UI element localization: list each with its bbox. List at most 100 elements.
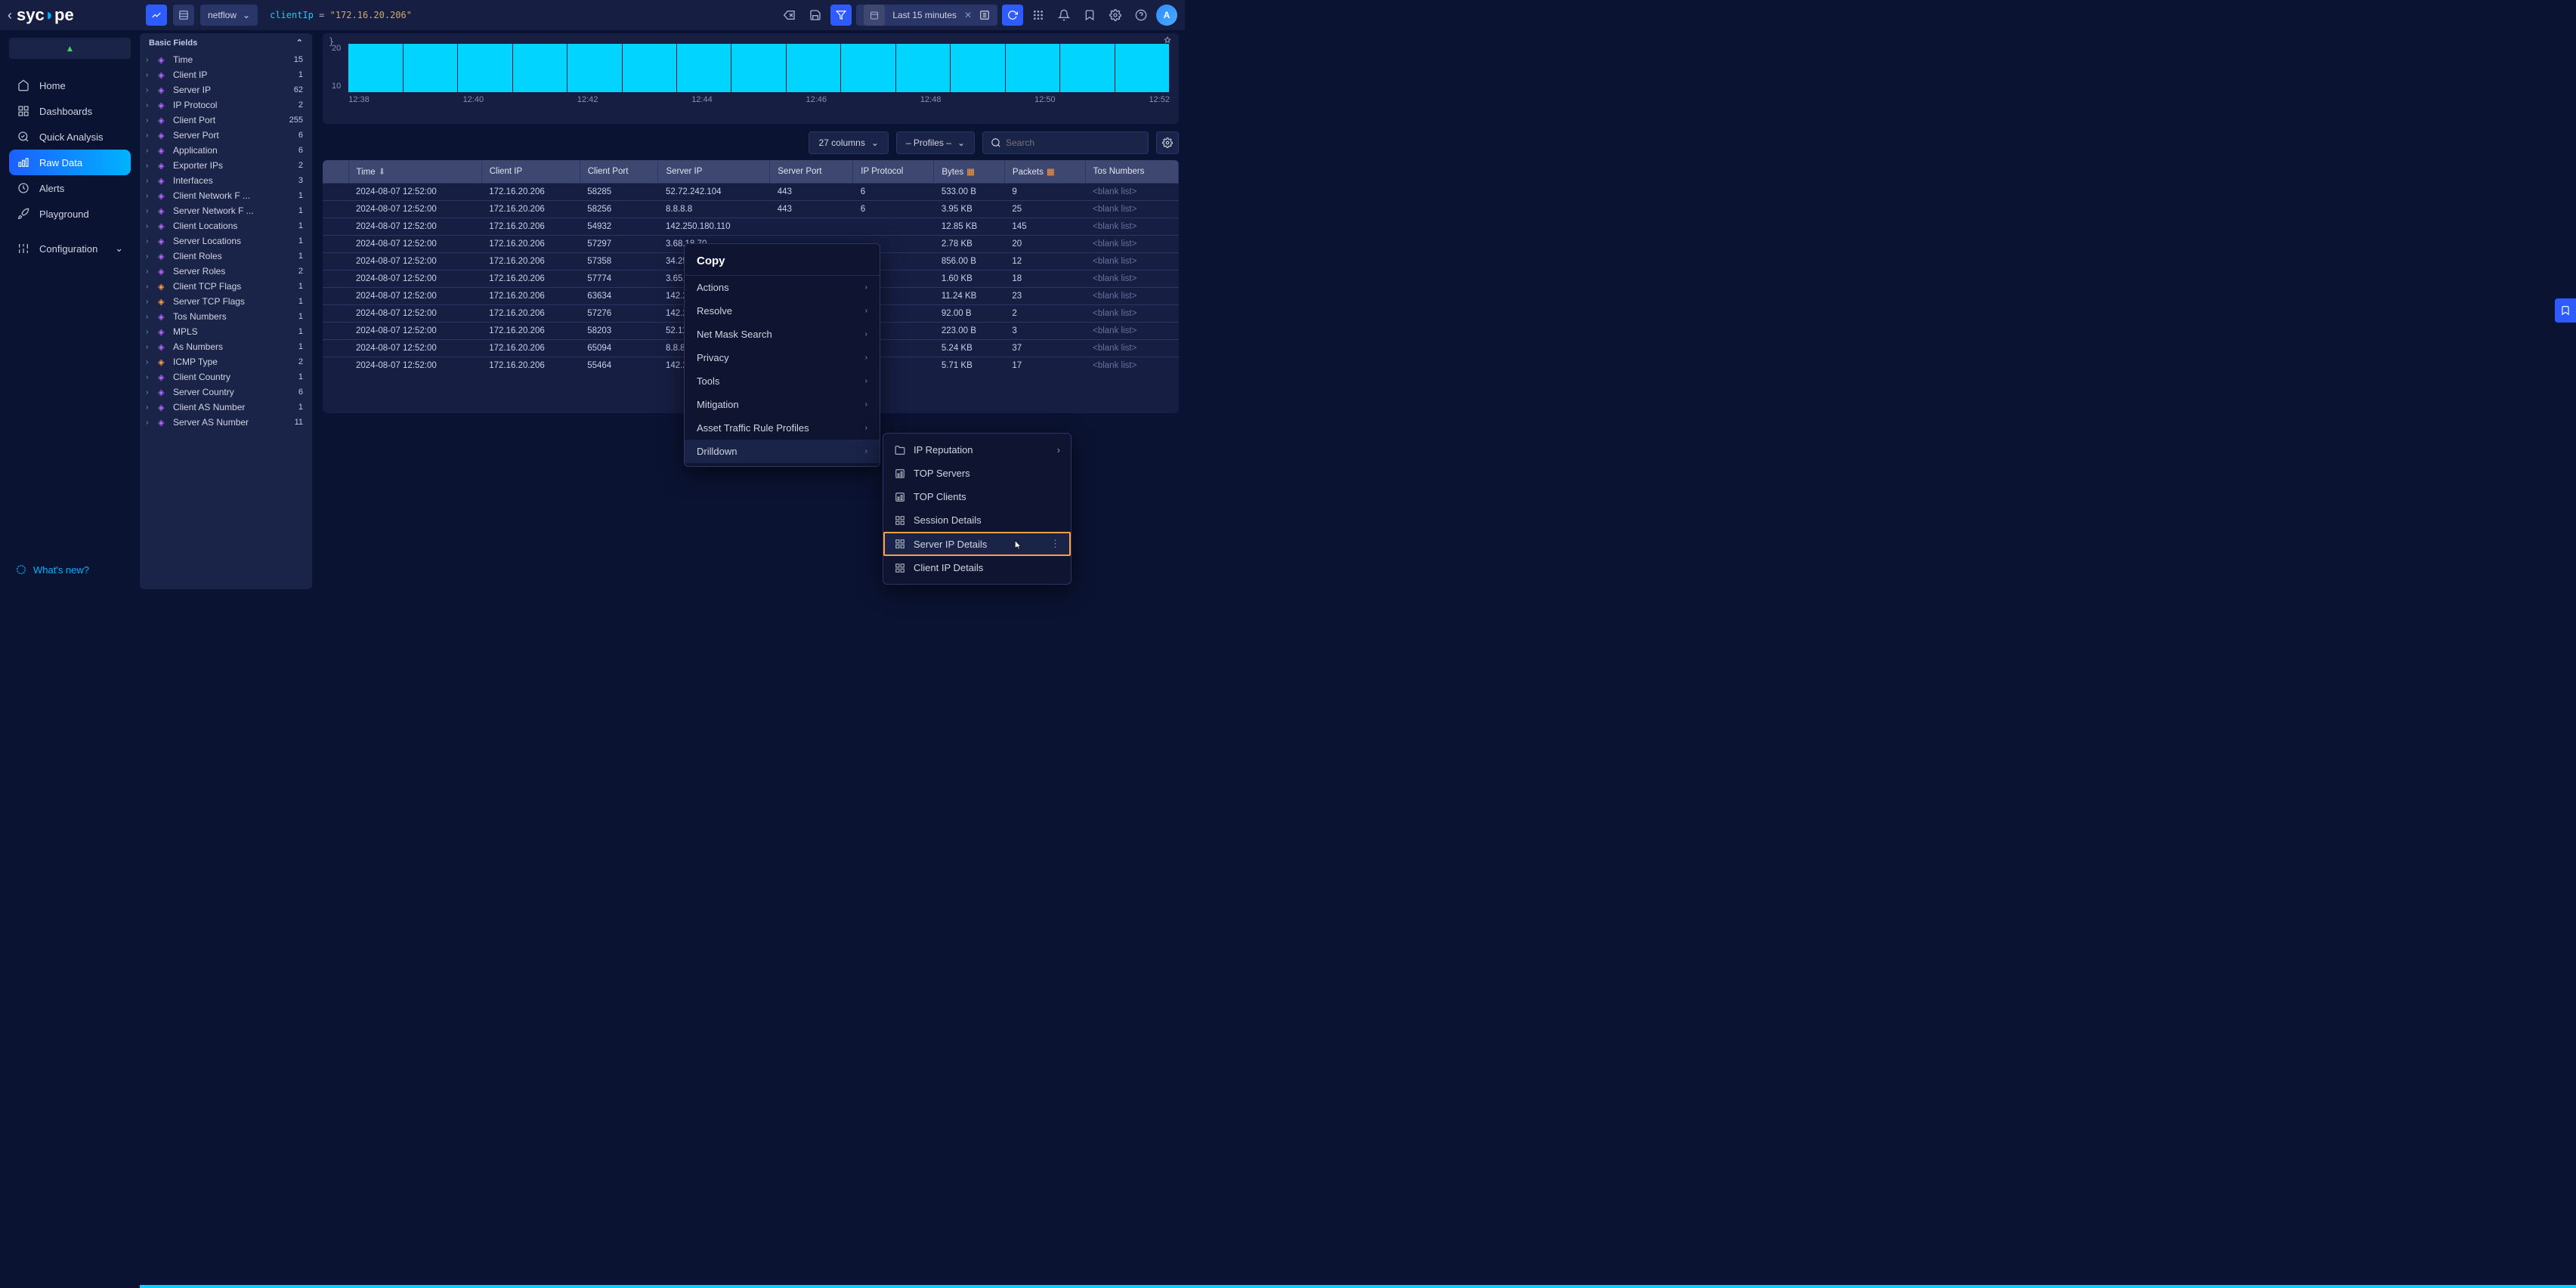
table-cell[interactable]: <blank list>	[1085, 218, 1178, 236]
table-cell[interactable]: 2.78 KB	[934, 236, 1005, 253]
field-row[interactable]: ›◈Tos Numbers1	[140, 309, 312, 324]
table-search[interactable]	[982, 131, 1149, 154]
collapse-icon[interactable]: ⌃	[296, 38, 303, 48]
refresh-button[interactable]	[1002, 5, 1023, 26]
context-menu-item[interactable]: Resolve›	[685, 299, 880, 323]
table-cell[interactable]: 6	[853, 201, 934, 218]
table-cell[interactable]	[323, 270, 348, 288]
chart-bar[interactable]	[677, 44, 731, 92]
table-cell[interactable]: <blank list>	[1085, 305, 1178, 323]
table-cell[interactable]: 2024-08-07 12:52:00	[348, 270, 481, 288]
field-row[interactable]: ›◈Server Network F ...1	[140, 203, 312, 218]
chart-bar[interactable]	[458, 44, 512, 92]
field-row[interactable]: ›◈Client Country1	[140, 369, 312, 385]
table-header[interactable]: Packets▦	[1004, 160, 1085, 184]
context-menu-item[interactable]: Asset Traffic Rule Profiles›	[685, 416, 880, 440]
table-cell[interactable]: <blank list>	[1085, 270, 1178, 288]
nav-item-playground[interactable]: Playground	[9, 201, 131, 227]
table-cell[interactable]: 25	[1004, 201, 1085, 218]
table-header[interactable]: Bytes▦	[934, 160, 1005, 184]
chart-bar[interactable]	[731, 44, 786, 92]
table-cell[interactable]: 223.00 B	[934, 323, 1005, 340]
table-header[interactable]: Server IP	[658, 160, 770, 184]
field-row[interactable]: ›◈Interfaces3	[140, 173, 312, 188]
field-row[interactable]: ›◈Server Country6	[140, 385, 312, 400]
nav-item-home[interactable]: Home	[9, 73, 131, 98]
search-input[interactable]	[1006, 137, 1140, 148]
table-cell[interactable]: 12.85 KB	[934, 218, 1005, 236]
submenu-item[interactable]: Client IP Details	[883, 556, 1071, 579]
table-cell[interactable]	[323, 201, 348, 218]
table-header[interactable]: Tos Numbers	[1085, 160, 1178, 184]
back-icon[interactable]: ‹	[8, 8, 12, 23]
field-row[interactable]: ›◈Server IP62	[140, 82, 312, 97]
table-cell[interactable]: 2024-08-07 12:52:00	[348, 218, 481, 236]
whats-new-link[interactable]: What's new?	[9, 558, 131, 582]
table-cell[interactable]: 2024-08-07 12:52:00	[348, 253, 481, 270]
table-cell[interactable]: 172.16.20.206	[481, 218, 580, 236]
nav-item-raw-data[interactable]: Raw Data	[9, 150, 131, 175]
help-icon[interactable]	[1130, 5, 1152, 26]
chart-bar[interactable]	[404, 44, 458, 92]
table-cell[interactable]: 172.16.20.206	[481, 236, 580, 253]
table-row[interactable]: 2024-08-07 12:52:00172.16.20.206582568.8…	[323, 201, 1179, 218]
table-cell[interactable]: <blank list>	[1085, 236, 1178, 253]
table-cell[interactable]: <blank list>	[1085, 357, 1178, 375]
submenu-item[interactable]: IP Reputation›	[883, 438, 1071, 462]
table-cell[interactable]: 533.00 B	[934, 184, 1005, 201]
submenu-item[interactable]: Server IP Details⋮	[883, 532, 1071, 556]
chart-bar[interactable]	[896, 44, 951, 92]
field-row[interactable]: ›◈Client TCP Flags1	[140, 279, 312, 294]
timerange-picker[interactable]: Last 15 minutes ✕	[856, 5, 997, 26]
field-row[interactable]: ›◈Client Port255	[140, 113, 312, 128]
table-settings-icon[interactable]	[1156, 131, 1179, 154]
table-cell[interactable]: 145	[1004, 218, 1085, 236]
context-menu-item[interactable]: Drilldown›	[685, 440, 880, 463]
chart-bar[interactable]	[623, 44, 677, 92]
field-row[interactable]: ›◈Time15	[140, 52, 312, 67]
apps-icon[interactable]	[1028, 5, 1049, 26]
field-row[interactable]: ›◈As Numbers1	[140, 339, 312, 354]
timerange-list-icon[interactable]	[979, 10, 990, 20]
chart-settings-icon[interactable]	[1162, 36, 1173, 47]
table-header[interactable]: Client Port	[580, 160, 658, 184]
table-cell[interactable]: 23	[1004, 288, 1085, 305]
mode-toggle-button[interactable]	[146, 5, 167, 26]
table-cell[interactable]: 58203	[580, 323, 658, 340]
table-cell[interactable]: 172.16.20.206	[481, 270, 580, 288]
more-icon[interactable]: ⋮	[1050, 538, 1060, 550]
table-cell[interactable]: 3	[1004, 323, 1085, 340]
table-cell[interactable]	[323, 288, 348, 305]
field-row[interactable]: ›◈Server TCP Flags1	[140, 294, 312, 309]
profiles-dropdown[interactable]: – Profiles – ⌄	[896, 131, 975, 154]
table-cell[interactable]: 92.00 B	[934, 305, 1005, 323]
table-cell[interactable]: 5.71 KB	[934, 357, 1005, 375]
chart-bar[interactable]	[348, 44, 403, 92]
table-cell[interactable]: 142.250.180.110	[658, 218, 770, 236]
stream-icon[interactable]	[173, 5, 194, 26]
field-row[interactable]: ›◈Client IP1	[140, 67, 312, 82]
table-cell[interactable]: 856.00 B	[934, 253, 1005, 270]
table-cell[interactable]: <blank list>	[1085, 253, 1178, 270]
table-cell[interactable]	[323, 218, 348, 236]
table-cell[interactable]: 8.8.8.8	[658, 201, 770, 218]
table-cell[interactable]	[323, 357, 348, 375]
table-cell[interactable]	[853, 218, 934, 236]
table-header[interactable]	[323, 160, 348, 184]
bookmark-icon[interactable]	[1079, 5, 1100, 26]
table-cell[interactable]: 18	[1004, 270, 1085, 288]
nav-configuration[interactable]: Configuration ⌄	[9, 236, 131, 261]
table-cell[interactable]: 172.16.20.206	[481, 201, 580, 218]
table-cell[interactable]	[323, 305, 348, 323]
submenu-item[interactable]: Session Details	[883, 508, 1071, 532]
table-cell[interactable]: 57358	[580, 253, 658, 270]
nav-item-alerts[interactable]: Alerts	[9, 175, 131, 201]
table-cell[interactable]: 63634	[580, 288, 658, 305]
table-cell[interactable]: 2024-08-07 12:52:00	[348, 236, 481, 253]
table-cell[interactable]: 443	[770, 201, 853, 218]
submenu-item[interactable]: TOP Clients	[883, 485, 1071, 508]
field-row[interactable]: ›◈Client Network F ...1	[140, 188, 312, 203]
table-cell[interactable]: 172.16.20.206	[481, 357, 580, 375]
table-cell[interactable]: 58285	[580, 184, 658, 201]
table-cell[interactable]: 2024-08-07 12:52:00	[348, 323, 481, 340]
